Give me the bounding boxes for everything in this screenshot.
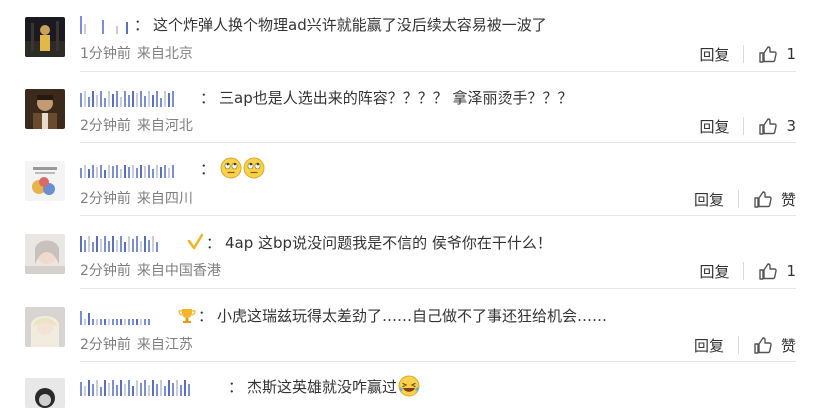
rolling-eyes-icon (220, 157, 242, 179)
avatar[interactable] (25, 234, 65, 274)
action-separator (743, 117, 745, 135)
action-separator (743, 262, 745, 280)
username-colon: ： (134, 15, 150, 34)
comment-time: 2分钟前 (80, 191, 131, 207)
username[interactable] (80, 158, 198, 178)
comment-meta: 2分钟前 来自河北 (80, 116, 193, 136)
like-count: 1 (786, 262, 796, 280)
thumbs-up-icon (754, 191, 772, 208)
comment-meta: 1分钟前 来自北京 (80, 44, 193, 64)
comment-divider (80, 361, 796, 362)
comment-text: 杰斯这英雄就没咋赢过 (247, 377, 398, 396)
comment-line: ： 小虎这瑞兹玩得太差劲了……自己做不了事还狂给机会…… (80, 303, 607, 327)
avatar[interactable] (25, 378, 65, 408)
comment-text: 小虎这瑞兹玩得太差劲了……自己做不了事还狂给机会…… (217, 306, 608, 325)
comment-text: 4ap 这bp说没问题我是不信的 侯爷你在干什么！ (225, 233, 552, 252)
thumbs-up-icon (754, 337, 772, 354)
username-colon: ： (200, 88, 216, 107)
reply-button[interactable]: 回复 (694, 189, 724, 210)
check-badge-icon (186, 233, 204, 251)
comment-line: ： 4ap 这bp说没问题我是不信的 侯爷你在干什么！ (80, 230, 552, 254)
thumbs-up-icon (759, 46, 778, 63)
avatar[interactable] (25, 89, 65, 129)
username[interactable] (80, 14, 132, 34)
username[interactable] (80, 232, 184, 252)
username-colon: ： (198, 306, 214, 325)
comment-meta: 2分钟前 来自江苏 (80, 335, 193, 355)
comment-divider (80, 215, 796, 216)
comment-actions: 回复 1 (699, 260, 796, 282)
username-colon: ： (206, 233, 222, 252)
comment-time: 2分钟前 (80, 263, 131, 279)
comment-line: ： 杰斯这英雄就没咋赢过 (80, 374, 420, 398)
comment-line: ： (80, 156, 265, 180)
comment-divider (80, 71, 796, 72)
comment-actions: 回复 赞 (694, 188, 796, 210)
reply-button[interactable]: 回复 (699, 116, 729, 137)
action-separator (743, 45, 745, 63)
like-count: 赞 (780, 336, 796, 355)
like-count: 赞 (780, 190, 796, 209)
like-button[interactable]: 赞 (753, 189, 796, 210)
username[interactable] (80, 87, 198, 107)
thumbs-up-icon (759, 118, 778, 135)
comment-meta: 2分钟前 来自四川 (80, 189, 193, 209)
like-button[interactable]: 1 (758, 44, 796, 64)
reply-button[interactable]: 回复 (694, 335, 724, 356)
comment-actions: 回复 3 (699, 115, 796, 137)
like-button[interactable]: 3 (758, 116, 796, 136)
comment-actions: 回复 1 (699, 43, 796, 65)
comment-time: 1分钟前 (80, 46, 131, 62)
comment-line: ： 三ap也是人选出来的阵容？？？？ 拿泽丽烫手？？？ (80, 85, 573, 109)
reply-button[interactable]: 回复 (699, 261, 729, 282)
comment-time: 2分钟前 (80, 337, 131, 353)
comment-actions: 回复 赞 (694, 334, 796, 356)
comment-source: 来自河北 (136, 118, 193, 134)
comment-divider (80, 288, 796, 289)
like-count: 1 (786, 45, 796, 63)
rolling-eyes-icon (243, 157, 265, 179)
like-button[interactable]: 赞 (753, 335, 796, 356)
comment-source: 来自中国香港 (136, 263, 221, 279)
username-colon: ： (228, 377, 244, 396)
comment-text: 这个炸弹人换个物理ad兴许就能赢了没后续太容易被一波了 (153, 15, 547, 34)
laughing-tears-icon (398, 375, 420, 397)
comment-list: ： 这个炸弹人换个物理ad兴许就能赢了没后续太容易被一波了 1分钟前 来自北京 回… (0, 0, 822, 408)
like-count: 3 (786, 117, 796, 135)
username[interactable] (80, 376, 226, 396)
comment-time: 2分钟前 (80, 118, 131, 134)
thumbs-up-icon (759, 263, 778, 280)
action-separator (737, 336, 739, 354)
action-separator (737, 190, 739, 208)
reply-button[interactable]: 回复 (699, 44, 729, 65)
comment-meta: 2分钟前 来自中国香港 (80, 261, 221, 281)
avatar[interactable] (25, 307, 65, 347)
comment-text: 三ap也是人选出来的阵容？？？？ 拿泽丽烫手？？？ (219, 88, 573, 107)
comment-line: ： 这个炸弹人换个物理ad兴许就能赢了没后续太容易被一波了 (80, 12, 547, 36)
comment-divider (80, 142, 796, 143)
comment-source: 来自北京 (136, 46, 193, 62)
like-button[interactable]: 1 (758, 261, 796, 281)
username-colon: ： (200, 159, 216, 178)
comment-source: 来自四川 (136, 191, 193, 207)
avatar[interactable] (25, 17, 65, 57)
username[interactable] (80, 305, 176, 325)
comment-source: 来自江苏 (136, 337, 193, 353)
trophy-badge-icon (178, 306, 196, 324)
avatar[interactable] (25, 161, 65, 201)
